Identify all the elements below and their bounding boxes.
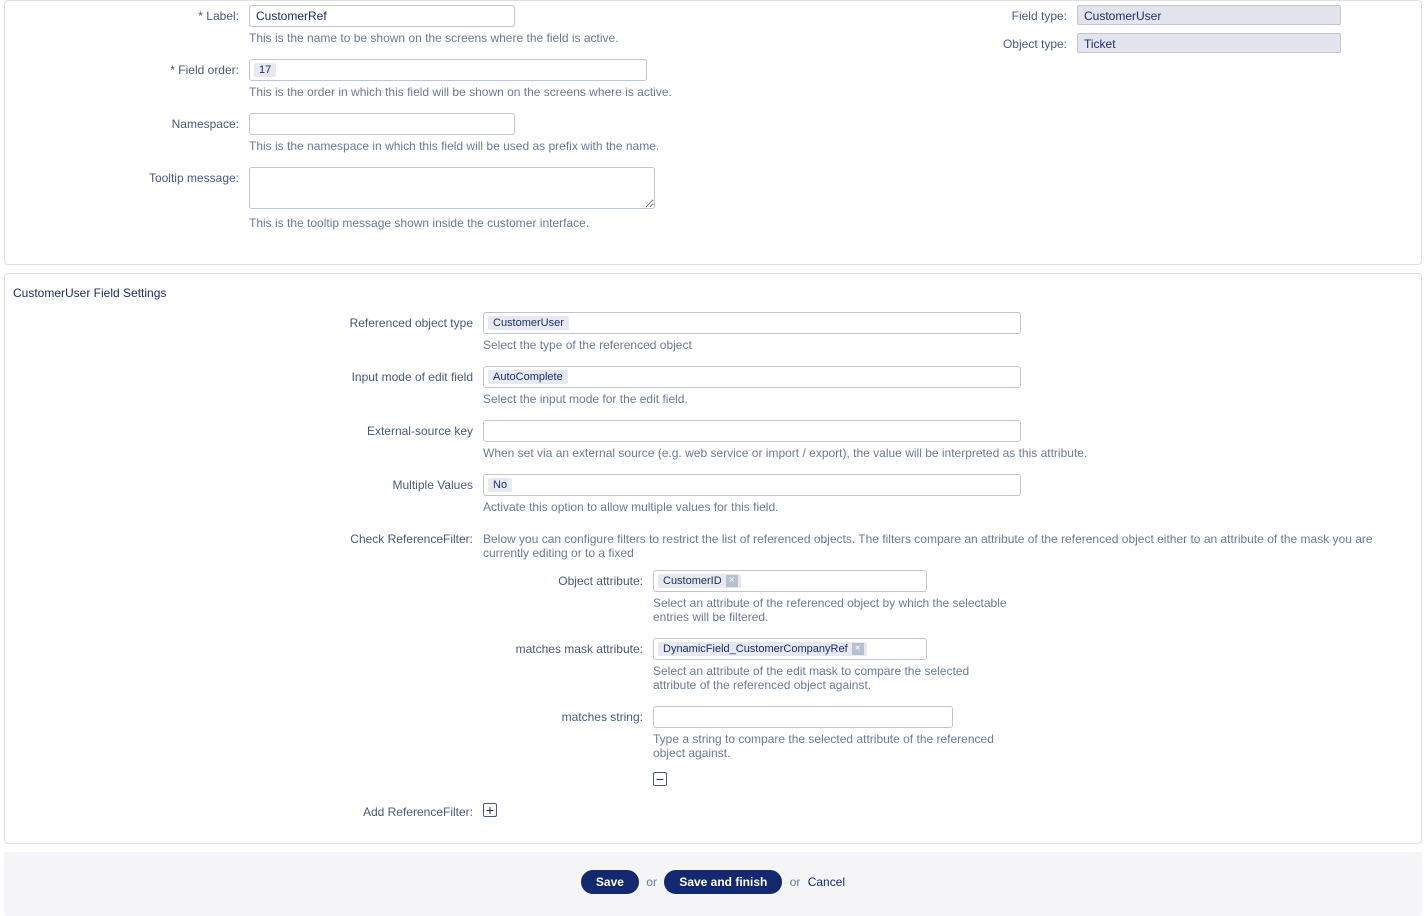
or-text-2: or (790, 875, 801, 889)
maskattr-help: Select an attribute of the edit mask to … (653, 664, 1013, 692)
fieldorder-label: Field order: (9, 59, 249, 77)
multival-help: Activate this option to allow multiple v… (483, 500, 1417, 514)
checkfilter-label: Check ReferenceFilter: (9, 528, 483, 546)
objattr-remove-icon[interactable]: × (726, 575, 738, 587)
objattr-help: Select an attribute of the referenced ob… (653, 596, 1013, 624)
settings-title: CustomerUser Field Settings (13, 286, 1417, 300)
objecttype-label: Object type: (977, 33, 1077, 51)
save-finish-button[interactable]: Save and finish (664, 870, 782, 894)
general-section: Label: This is the name to be shown on t… (4, 0, 1422, 265)
label-help: This is the name to be shown on the scre… (249, 31, 937, 45)
inputmode-label: Input mode of edit field (9, 366, 483, 384)
namespace-label: Namespace: (9, 113, 249, 131)
settings-section: CustomerUser Field Settings Referenced o… (4, 273, 1422, 844)
add-filter-button[interactable]: + (483, 803, 497, 817)
inputmode-select[interactable]: AutoComplete (483, 366, 1021, 388)
maskattr-remove-icon[interactable]: × (852, 643, 864, 655)
extkey-input[interactable] (483, 420, 1021, 442)
remove-filter-button[interactable]: − (653, 772, 667, 786)
matchstr-input[interactable] (653, 706, 953, 728)
fieldorder-select[interactable]: 17 (249, 59, 647, 81)
extkey-label: External-source key (9, 420, 483, 438)
refobj-help: Select the type of the referenced object (483, 338, 1417, 352)
multival-select[interactable]: No (483, 474, 1021, 496)
fieldorder-help: This is the order in which this field wi… (249, 85, 937, 99)
inputmode-help: Select the input mode for the edit field… (483, 392, 1417, 406)
fieldtype-value: CustomerUser (1077, 5, 1341, 25)
fieldtype-label: Field type: (977, 5, 1077, 23)
label-input[interactable] (249, 5, 515, 27)
objattr-label: Object attribute: (9, 570, 653, 588)
tooltip-label: Tooltip message: (9, 167, 249, 185)
footer-bar: Save or Save and finish or Cancel (4, 852, 1422, 916)
namespace-help: This is the namespace in which this fiel… (249, 139, 937, 153)
matchstr-label: matches string: (9, 706, 653, 724)
tooltip-help: This is the tooltip message shown inside… (249, 216, 937, 230)
extkey-help: When set via an external source (e.g. we… (483, 446, 1417, 460)
objattr-select[interactable]: CustomerID × (653, 570, 927, 592)
matchstr-help: Type a string to compare the selected at… (653, 732, 1013, 760)
refobj-select[interactable]: CustomerUser (483, 312, 1021, 334)
addfilter-label: Add ReferenceFilter: (9, 801, 483, 819)
save-button[interactable]: Save (581, 870, 639, 894)
maskattr-label: matches mask attribute: (9, 638, 653, 656)
or-text-1: or (646, 875, 657, 889)
maskattr-select[interactable]: DynamicField_CustomerCompanyRef × (653, 638, 927, 660)
cancel-link[interactable]: Cancel (808, 875, 845, 889)
label-label: Label: (9, 5, 249, 23)
checkfilter-text: Below you can configure filters to restr… (483, 528, 1417, 560)
refobj-label: Referenced object type (9, 312, 483, 330)
objecttype-value: Ticket (1077, 33, 1341, 53)
multival-label: Multiple Values (9, 474, 483, 492)
tooltip-textarea[interactable] (249, 167, 655, 209)
namespace-input[interactable] (249, 113, 515, 135)
